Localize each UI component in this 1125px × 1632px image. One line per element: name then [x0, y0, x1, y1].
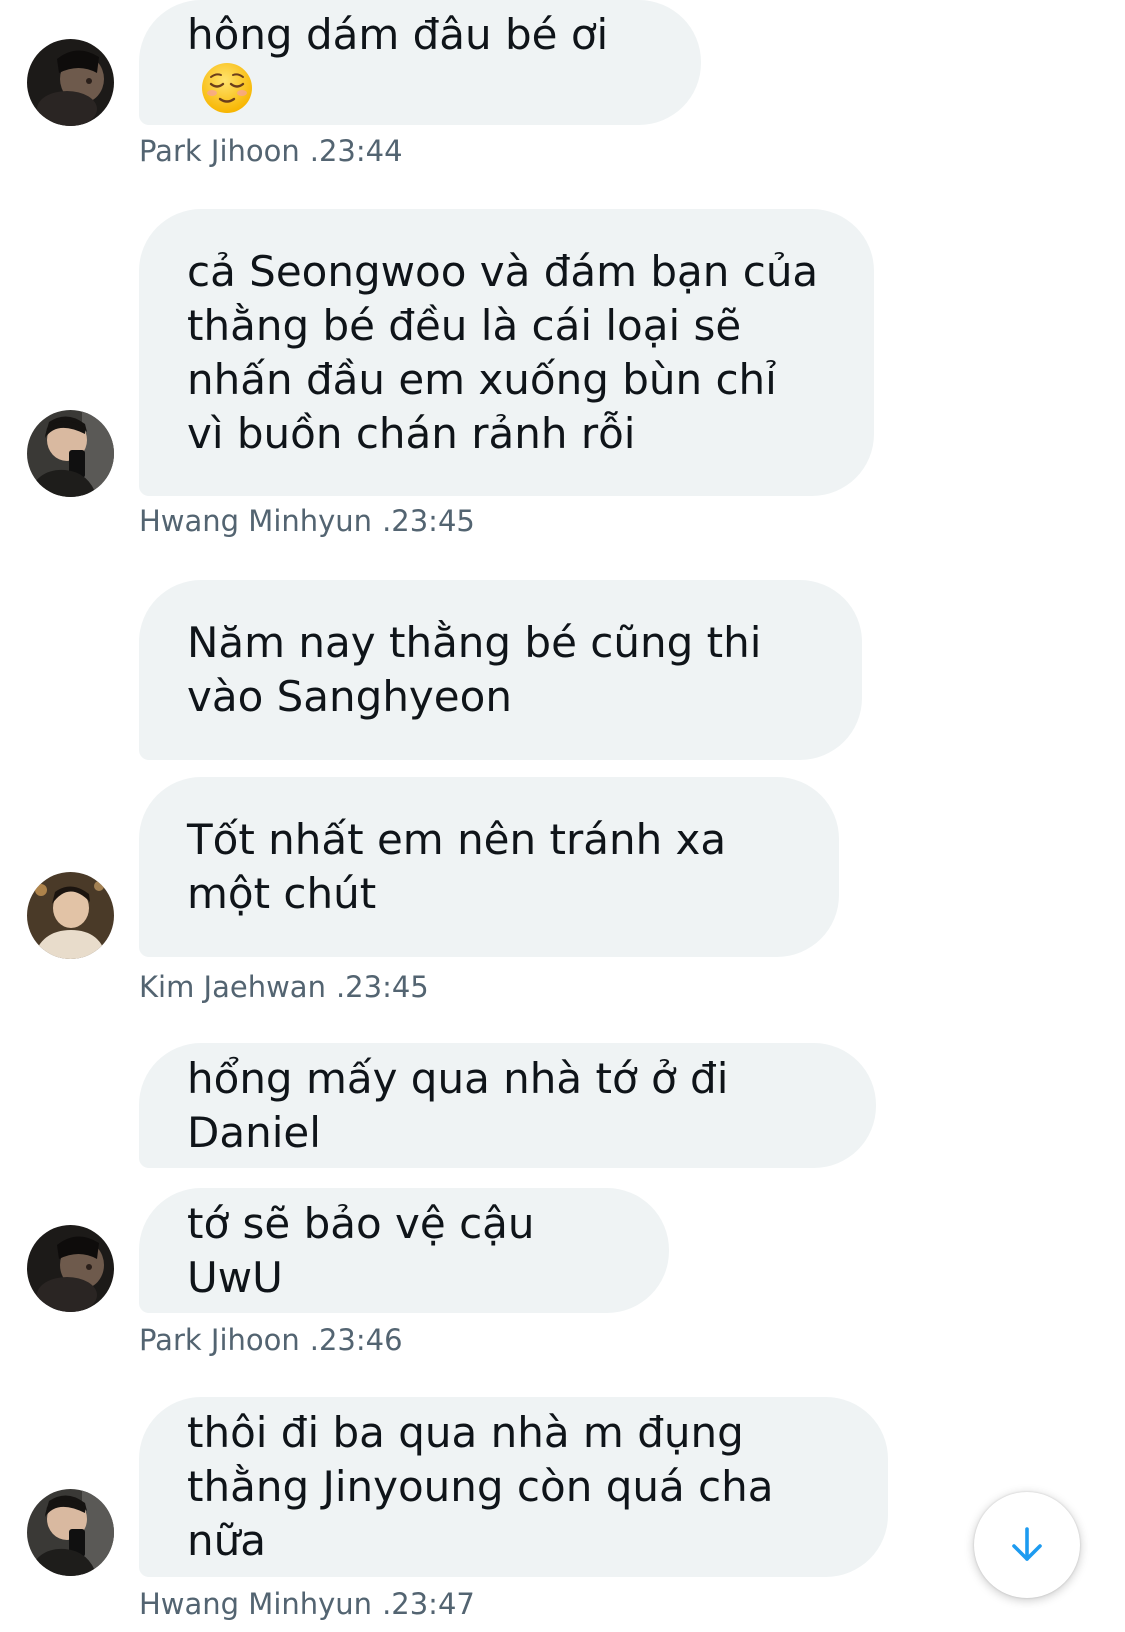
sender-name: Park Jihoon — [139, 1323, 300, 1357]
timestamp: .23:46 — [309, 1323, 403, 1357]
message-text: cả Seongwoo và đám bạn của thằng bé đều … — [187, 246, 819, 458]
message-text: thôi đi ba qua nhà m đụng thằng Jinyoung… — [187, 1408, 774, 1565]
relieved-face-emoji-icon — [202, 63, 252, 113]
sender-name: Hwang Minhyun — [139, 504, 373, 538]
message-text: Tốt nhất em nên tránh xa một chút — [187, 815, 727, 918]
arrow-down-icon — [1012, 1527, 1042, 1561]
message-meta: Hwang Minhyun .23:45 — [139, 503, 475, 539]
message-meta: Hwang Minhyun .23:47 — [139, 1586, 475, 1622]
message-bubble[interactable]: Năm nay thằng bé cũng thi vào Sanghyeon — [139, 580, 862, 760]
scroll-to-bottom-button[interactable] — [974, 1492, 1080, 1598]
timestamp: .23:45 — [335, 970, 429, 1004]
message-bubble[interactable]: tớ sẽ bảo vệ cậu UwU — [139, 1188, 669, 1313]
avatar[interactable] — [27, 872, 114, 959]
message-meta: Park Jihoon .23:46 — [139, 1322, 403, 1358]
message-bubble[interactable]: thôi đi ba qua nhà m đụng thằng Jinyoung… — [139, 1397, 888, 1577]
avatar[interactable] — [27, 410, 114, 497]
message-meta: Kim Jaehwan .23:45 — [139, 969, 429, 1005]
sender-name: Hwang Minhyun — [139, 1587, 373, 1621]
avatar[interactable] — [27, 1225, 114, 1312]
message-bubble[interactable]: Tốt nhất em nên tránh xa một chút — [139, 777, 839, 957]
timestamp: .23:44 — [309, 134, 403, 168]
avatar[interactable] — [27, 39, 114, 126]
sender-name: Park Jihoon — [139, 134, 300, 168]
timestamp: .23:47 — [382, 1587, 475, 1621]
message-text: tớ sẽ bảo vệ cậu UwU — [187, 1198, 535, 1302]
message-bubble[interactable]: hổng mấy qua nhà tớ ở đi Daniel — [139, 1043, 876, 1168]
message-text: hông dám đâu bé ơi — [187, 10, 609, 59]
message-bubble[interactable]: hông dám đâu bé ơi — [139, 0, 701, 125]
message-text: hổng mấy qua nhà tớ ở đi Daniel — [187, 1053, 729, 1157]
sender-name: Kim Jaehwan — [139, 970, 326, 1004]
message-bubble[interactable]: cả Seongwoo và đám bạn của thằng bé đều … — [139, 209, 874, 496]
avatar[interactable] — [27, 1489, 114, 1576]
timestamp: .23:45 — [382, 504, 475, 538]
message-meta: Park Jihoon .23:44 — [139, 133, 403, 169]
message-text: Năm nay thằng bé cũng thi vào Sanghyeon — [187, 618, 762, 721]
